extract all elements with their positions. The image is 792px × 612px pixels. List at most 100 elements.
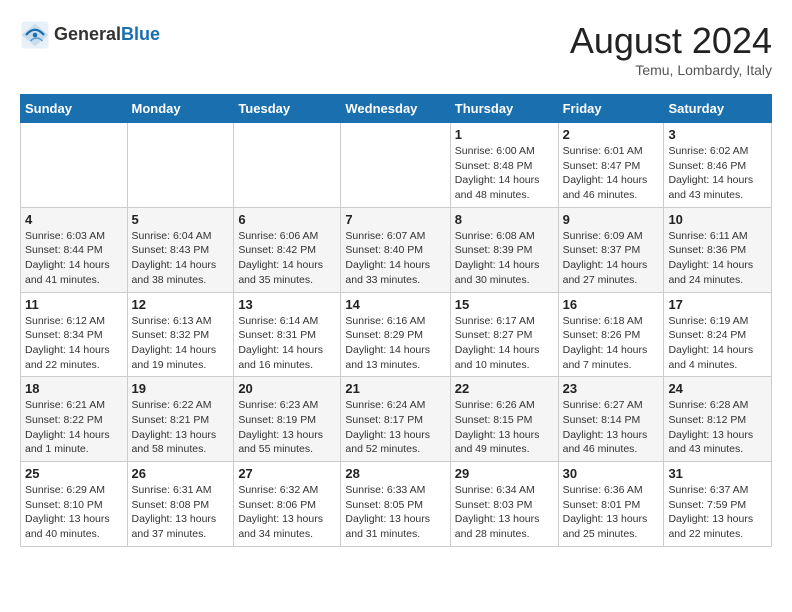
weekday-header-wednesday: Wednesday	[341, 95, 450, 123]
day-info: Sunrise: 6:12 AM Sunset: 8:34 PM Dayligh…	[25, 314, 123, 373]
weekday-header-saturday: Saturday	[664, 95, 772, 123]
day-number: 30	[563, 466, 660, 481]
calendar-cell: 10 Sunrise: 6:11 AM Sunset: 8:36 PM Dayli…	[664, 207, 772, 292]
calendar-cell: 6Sunrise: 6:06 AM Sunset: 8:42 PM Daylig…	[234, 207, 341, 292]
calendar-cell: 11 Sunrise: 6:12 AM Sunset: 8:34 PM Dayli…	[21, 292, 128, 377]
day-number: 27	[238, 466, 336, 481]
day-info: Sunrise: 6:21 AM Sunset: 8:22 PM Dayligh…	[25, 398, 123, 457]
calendar-cell: 28 Sunrise: 6:33 AM Sunset: 8:05 PM Dayli…	[341, 462, 450, 547]
day-number: 14	[345, 297, 445, 312]
day-number: 15	[455, 297, 554, 312]
day-number: 21	[345, 381, 445, 396]
day-info: Sunrise: 6:37 AM Sunset: 7:59 PM Dayligh…	[668, 483, 767, 542]
day-info: Sunrise: 6:03 AM Sunset: 8:44 PM Dayligh…	[25, 229, 123, 288]
calendar-cell: 8 Sunrise: 6:08 AM Sunset: 8:39 PM Daylig…	[450, 207, 558, 292]
day-info: Sunrise: 6:06 AM Sunset: 8:42 PM Dayligh…	[238, 229, 336, 288]
day-info: Sunrise: 6:23 AM Sunset: 8:19 PM Dayligh…	[238, 398, 336, 457]
calendar-cell: 9 Sunrise: 6:09 AM Sunset: 8:37 PM Daylig…	[558, 207, 664, 292]
day-number: 18	[25, 381, 123, 396]
day-number: 5	[132, 212, 230, 227]
calendar-cell: 22Sunrise: 6:26 AM Sunset: 8:15 PM Dayli…	[450, 377, 558, 462]
calendar-cell: 19Sunrise: 6:22 AM Sunset: 8:21 PM Dayli…	[127, 377, 234, 462]
calendar-cell: 2 Sunrise: 6:01 AM Sunset: 8:47 PM Daylig…	[558, 123, 664, 208]
calendar-cell: 23 Sunrise: 6:27 AM Sunset: 8:14 PM Dayli…	[558, 377, 664, 462]
logo: GeneralBlue	[20, 20, 160, 50]
day-number: 20	[238, 381, 336, 396]
calendar-cell: 17Sunrise: 6:19 AM Sunset: 8:24 PM Dayli…	[664, 292, 772, 377]
day-info: Sunrise: 6:18 AM Sunset: 8:26 PM Dayligh…	[563, 314, 660, 373]
calendar-cell: 7 Sunrise: 6:07 AM Sunset: 8:40 PM Daylig…	[341, 207, 450, 292]
day-number: 26	[132, 466, 230, 481]
day-info: Sunrise: 6:16 AM Sunset: 8:29 PM Dayligh…	[345, 314, 445, 373]
calendar-week-row: 25 Sunrise: 6:29 AM Sunset: 8:10 PM Dayli…	[21, 462, 772, 547]
day-info: Sunrise: 6:28 AM Sunset: 8:12 PM Dayligh…	[668, 398, 767, 457]
day-info: Sunrise: 6:17 AM Sunset: 8:27 PM Dayligh…	[455, 314, 554, 373]
day-number: 23	[563, 381, 660, 396]
day-info: Sunrise: 6:08 AM Sunset: 8:39 PM Dayligh…	[455, 229, 554, 288]
day-info: Sunrise: 6:04 AM Sunset: 8:43 PM Dayligh…	[132, 229, 230, 288]
day-number: 1	[455, 127, 554, 142]
day-number: 19	[132, 381, 230, 396]
day-number: 9	[563, 212, 660, 227]
calendar-week-row: 11 Sunrise: 6:12 AM Sunset: 8:34 PM Dayli…	[21, 292, 772, 377]
page-header: GeneralBlue August 2024 Temu, Lombardy, …	[20, 20, 772, 78]
day-info: Sunrise: 6:01 AM Sunset: 8:47 PM Dayligh…	[563, 144, 660, 203]
day-number: 16	[563, 297, 660, 312]
calendar-cell: 13 Sunrise: 6:14 AM Sunset: 8:31 PM Dayli…	[234, 292, 341, 377]
calendar-cell: 21 Sunrise: 6:24 AM Sunset: 8:17 PM Dayli…	[341, 377, 450, 462]
calendar-cell	[341, 123, 450, 208]
calendar-cell: 25 Sunrise: 6:29 AM Sunset: 8:10 PM Dayli…	[21, 462, 128, 547]
day-number: 11	[25, 297, 123, 312]
calendar-table: SundayMondayTuesdayWednesdayThursdayFrid…	[20, 94, 772, 547]
day-info: Sunrise: 6:29 AM Sunset: 8:10 PM Dayligh…	[25, 483, 123, 542]
logo-icon	[20, 20, 50, 50]
calendar-cell	[127, 123, 234, 208]
day-number: 7	[345, 212, 445, 227]
calendar-cell: 4Sunrise: 6:03 AM Sunset: 8:44 PM Daylig…	[21, 207, 128, 292]
logo-text: GeneralBlue	[54, 25, 160, 45]
day-info: Sunrise: 6:27 AM Sunset: 8:14 PM Dayligh…	[563, 398, 660, 457]
calendar-cell: 24Sunrise: 6:28 AM Sunset: 8:12 PM Dayli…	[664, 377, 772, 462]
day-number: 8	[455, 212, 554, 227]
day-info: Sunrise: 6:24 AM Sunset: 8:17 PM Dayligh…	[345, 398, 445, 457]
day-number: 17	[668, 297, 767, 312]
day-info: Sunrise: 6:34 AM Sunset: 8:03 PM Dayligh…	[455, 483, 554, 542]
weekday-header-friday: Friday	[558, 95, 664, 123]
calendar-cell: 27Sunrise: 6:32 AM Sunset: 8:06 PM Dayli…	[234, 462, 341, 547]
day-number: 13	[238, 297, 336, 312]
weekday-header-sunday: Sunday	[21, 95, 128, 123]
day-number: 3	[668, 127, 767, 142]
weekday-header-monday: Monday	[127, 95, 234, 123]
day-info: Sunrise: 6:36 AM Sunset: 8:01 PM Dayligh…	[563, 483, 660, 542]
day-number: 22	[455, 381, 554, 396]
calendar-cell: 3 Sunrise: 6:02 AM Sunset: 8:46 PM Daylig…	[664, 123, 772, 208]
day-number: 29	[455, 466, 554, 481]
day-info: Sunrise: 6:14 AM Sunset: 8:31 PM Dayligh…	[238, 314, 336, 373]
calendar-cell: 12Sunrise: 6:13 AM Sunset: 8:32 PM Dayli…	[127, 292, 234, 377]
weekday-header-row: SundayMondayTuesdayWednesdayThursdayFrid…	[21, 95, 772, 123]
location-subtitle: Temu, Lombardy, Italy	[570, 62, 772, 78]
month-year-title: August 2024	[570, 20, 772, 62]
calendar-cell: 16 Sunrise: 6:18 AM Sunset: 8:26 PM Dayli…	[558, 292, 664, 377]
day-number: 31	[668, 466, 767, 481]
weekday-header-tuesday: Tuesday	[234, 95, 341, 123]
day-info: Sunrise: 6:02 AM Sunset: 8:46 PM Dayligh…	[668, 144, 767, 203]
day-info: Sunrise: 6:11 AM Sunset: 8:36 PM Dayligh…	[668, 229, 767, 288]
day-number: 2	[563, 127, 660, 142]
calendar-week-row: 4Sunrise: 6:03 AM Sunset: 8:44 PM Daylig…	[21, 207, 772, 292]
day-number: 28	[345, 466, 445, 481]
day-info: Sunrise: 6:07 AM Sunset: 8:40 PM Dayligh…	[345, 229, 445, 288]
day-number: 25	[25, 466, 123, 481]
day-info: Sunrise: 6:33 AM Sunset: 8:05 PM Dayligh…	[345, 483, 445, 542]
calendar-cell: 26Sunrise: 6:31 AM Sunset: 8:08 PM Dayli…	[127, 462, 234, 547]
calendar-cell: 30 Sunrise: 6:36 AM Sunset: 8:01 PM Dayli…	[558, 462, 664, 547]
weekday-header-thursday: Thursday	[450, 95, 558, 123]
calendar-cell: 29 Sunrise: 6:34 AM Sunset: 8:03 PM Dayli…	[450, 462, 558, 547]
calendar-cell	[21, 123, 128, 208]
calendar-cell: 14 Sunrise: 6:16 AM Sunset: 8:29 PM Dayli…	[341, 292, 450, 377]
day-number: 10	[668, 212, 767, 227]
day-info: Sunrise: 6:09 AM Sunset: 8:37 PM Dayligh…	[563, 229, 660, 288]
day-number: 12	[132, 297, 230, 312]
calendar-cell: 18 Sunrise: 6:21 AM Sunset: 8:22 PM Dayli…	[21, 377, 128, 462]
calendar-cell: 31 Sunrise: 6:37 AM Sunset: 7:59 PM Dayli…	[664, 462, 772, 547]
